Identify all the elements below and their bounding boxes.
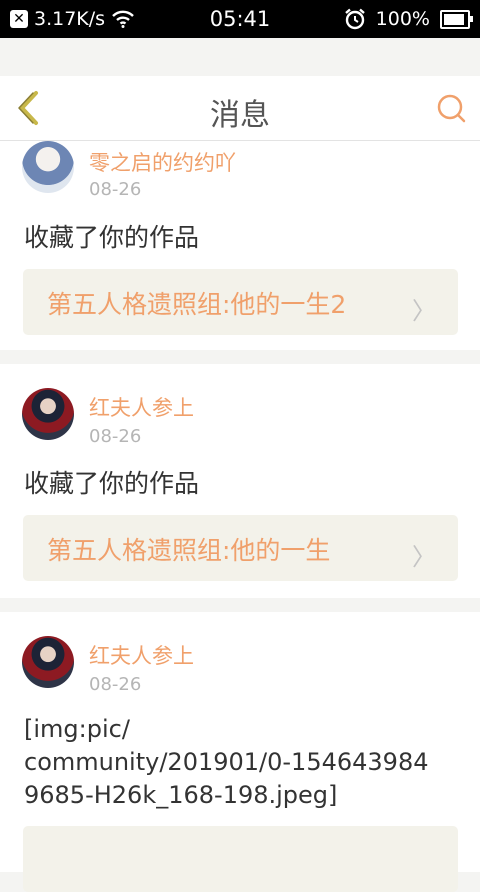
- avatar[interactable]: [22, 388, 74, 440]
- app-header: 消息: [0, 76, 480, 141]
- page-title: 消息: [210, 98, 270, 133]
- username[interactable]: 零之启的约约吖: [89, 147, 236, 177]
- chevron-right-icon: 〉: [412, 543, 436, 571]
- work-link[interactable]: [23, 826, 458, 892]
- message-date: 08-26: [89, 426, 142, 447]
- divider: [0, 350, 480, 364]
- status-bar: ✕ 3.17K/s 05:41 100%: [0, 0, 480, 38]
- divider: [0, 598, 480, 612]
- username[interactable]: 红夫人参上: [89, 640, 194, 670]
- message-list: 零之启的约约吖 08-26 收藏了你的作品 第五人格遗照组:他的一生2 〉 红夫…: [0, 141, 480, 892]
- battery-percent: 100%: [375, 8, 430, 30]
- battery-icon: [440, 9, 473, 29]
- message-card: 红夫人参上 08-26 [img:pic/ community/201901/0…: [0, 612, 480, 892]
- work-link[interactable]: 第五人格遗照组:他的一生 〉: [23, 515, 458, 581]
- message-text: 收藏了你的作品: [24, 469, 200, 498]
- username[interactable]: 红夫人参上: [89, 392, 194, 422]
- work-title: 第五人格遗照组:他的一生2: [47, 290, 347, 319]
- work-link[interactable]: 第五人格遗照组:他的一生2 〉: [23, 269, 458, 335]
- chevron-right-icon: 〉: [412, 297, 436, 325]
- message-card: 红夫人参上 08-26 收藏了你的作品 第五人格遗照组:他的一生 〉: [0, 364, 480, 598]
- message-date: 08-26: [89, 674, 142, 695]
- message-text: [img:pic/ community/201901/0-154643984 9…: [24, 715, 429, 809]
- work-title: 第五人格遗照组:他的一生: [47, 536, 331, 565]
- message-card: 零之启的约约吖 08-26 收藏了你的作品 第五人格遗照组:他的一生2 〉: [0, 141, 480, 350]
- search-icon[interactable]: [436, 93, 466, 123]
- alarm-icon: [344, 8, 365, 30]
- message-text: 收藏了你的作品: [24, 223, 200, 252]
- avatar[interactable]: [22, 141, 74, 193]
- message-date: 08-26: [89, 179, 142, 200]
- avatar[interactable]: [22, 636, 74, 688]
